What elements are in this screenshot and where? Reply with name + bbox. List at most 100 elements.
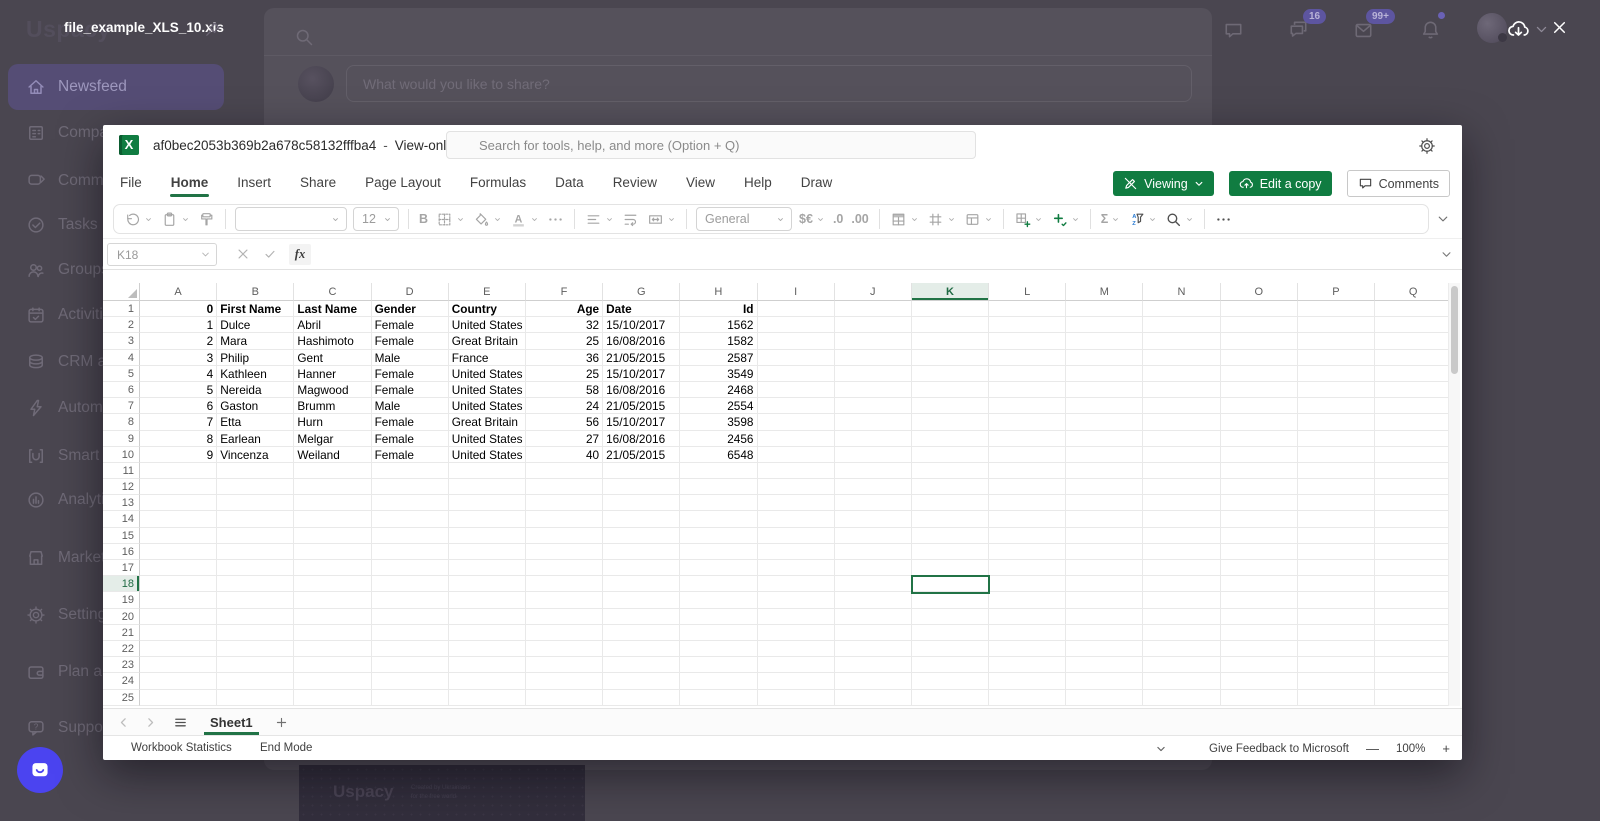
grid-cell[interactable] [1221, 301, 1298, 317]
font-name-select[interactable] [235, 207, 347, 231]
vertical-scrollbar[interactable] [1448, 283, 1460, 706]
grid-cell[interactable] [1375, 350, 1448, 366]
grid-cell[interactable]: United States [449, 366, 526, 382]
grid-cell[interactable] [989, 511, 1066, 527]
grid-cell[interactable] [372, 560, 449, 576]
grid-cell[interactable]: 3 [140, 350, 217, 366]
grid-cell[interactable] [758, 350, 835, 366]
grid-cell[interactable] [449, 560, 526, 576]
table-icon[interactable] [960, 206, 997, 232]
grid-cell[interactable] [1221, 544, 1298, 560]
grid-cell[interactable] [1143, 366, 1220, 382]
grid-cell[interactable] [989, 414, 1066, 430]
menu-help[interactable]: Help [743, 169, 773, 196]
grid-cell[interactable] [1221, 625, 1298, 641]
close-icon[interactable] [1551, 19, 1568, 36]
grid-cell[interactable] [758, 592, 835, 608]
grid-cell[interactable] [1143, 495, 1220, 511]
grid-cell[interactable] [989, 431, 1066, 447]
grid-cell[interactable] [758, 528, 835, 544]
grid-cell[interactable] [449, 625, 526, 641]
grid-cell[interactable]: Gent [294, 350, 371, 366]
grid-cell[interactable] [912, 317, 989, 333]
menu-page-layout[interactable]: Page Layout [364, 169, 442, 196]
grid-cell[interactable] [294, 576, 371, 592]
grid-cell[interactable]: 21/05/2015 [603, 447, 680, 463]
column-header-J[interactable]: J [835, 283, 912, 301]
grid-cell[interactable] [449, 592, 526, 608]
grid-cell[interactable] [1066, 350, 1143, 366]
grid-cell[interactable] [758, 398, 835, 414]
grid-cell[interactable] [758, 333, 835, 349]
grid-cell[interactable] [294, 511, 371, 527]
grid-cell[interactable] [1066, 463, 1143, 479]
grid-cell[interactable] [217, 528, 294, 544]
grid-cell[interactable] [140, 560, 217, 576]
expand-formula-bar-icon[interactable] [1441, 249, 1452, 260]
row-header-13[interactable]: 13 [103, 495, 140, 511]
grid-cell[interactable] [1375, 511, 1448, 527]
grid-cell[interactable] [758, 576, 835, 592]
grid-cell[interactable] [989, 690, 1066, 706]
grid-cell[interactable] [1375, 366, 1448, 382]
grid-cell[interactable] [1298, 544, 1375, 560]
grid-cell[interactable] [1298, 350, 1375, 366]
grid-cell[interactable] [1066, 544, 1143, 560]
grid-cell[interactable] [526, 641, 603, 657]
grid-cell[interactable] [449, 673, 526, 689]
grid-cell[interactable] [1298, 592, 1375, 608]
grid-cell[interactable] [1143, 382, 1220, 398]
grid-cell[interactable] [680, 528, 757, 544]
grid-cell[interactable]: Nereida [217, 382, 294, 398]
grid-cell[interactable] [1143, 657, 1220, 673]
grid-cell[interactable] [1298, 317, 1375, 333]
grid-cell[interactable] [372, 609, 449, 625]
grid-cell[interactable] [1066, 560, 1143, 576]
grid-cell[interactable] [603, 625, 680, 641]
enter-entry-icon[interactable] [263, 247, 277, 261]
grid-cell[interactable]: Gender [372, 301, 449, 317]
grid-cell[interactable] [680, 641, 757, 657]
grid-cell[interactable] [1221, 463, 1298, 479]
currency-icon[interactable]: $€ [795, 206, 829, 232]
grid-cell[interactable] [1066, 301, 1143, 317]
grid-cell[interactable] [1298, 528, 1375, 544]
grid-cell[interactable]: 21/05/2015 [603, 350, 680, 366]
grid-cell[interactable] [1143, 511, 1220, 527]
grid-cell[interactable] [758, 641, 835, 657]
grid-cell[interactable] [1066, 431, 1143, 447]
grid-cell[interactable] [835, 609, 912, 625]
excel-search-input[interactable] [446, 131, 976, 159]
grid-cell[interactable]: 9 [140, 447, 217, 463]
grid-cell[interactable] [1221, 609, 1298, 625]
zoom-out-button[interactable]: — [1366, 741, 1379, 756]
grid-cell[interactable] [140, 609, 217, 625]
row-header-12[interactable]: 12 [103, 479, 140, 495]
row-header-24[interactable]: 24 [103, 673, 140, 689]
grid-cell[interactable]: 7 [140, 414, 217, 430]
share-input[interactable] [346, 65, 1192, 102]
grid-cell[interactable] [217, 576, 294, 592]
grid-cell[interactable] [835, 366, 912, 382]
viewing-button[interactable]: Viewing [1113, 171, 1214, 196]
row-header-15[interactable]: 15 [103, 528, 140, 544]
add-sheet-icon[interactable] [275, 716, 288, 729]
grid-cell[interactable] [835, 414, 912, 430]
grid-cell[interactable] [1298, 382, 1375, 398]
grid-cell[interactable]: 15/10/2017 [603, 317, 680, 333]
grid-cell[interactable] [140, 592, 217, 608]
selected-cell-outline[interactable] [911, 575, 990, 593]
grid-cell[interactable]: 58 [526, 382, 603, 398]
format-painter-icon[interactable] [194, 206, 219, 232]
grid-cell[interactable] [140, 690, 217, 706]
grid-cell[interactable] [835, 333, 912, 349]
row-header-23[interactable]: 23 [103, 657, 140, 673]
grid-cell[interactable] [912, 301, 989, 317]
row-header-10[interactable]: 10 [103, 447, 140, 463]
grid-cell[interactable] [989, 592, 1066, 608]
grid-cell[interactable] [1143, 431, 1220, 447]
grid-cell[interactable] [372, 463, 449, 479]
grid-cell[interactable]: Gaston [217, 398, 294, 414]
grid-cell[interactable] [989, 333, 1066, 349]
grid-cell[interactable] [1298, 398, 1375, 414]
